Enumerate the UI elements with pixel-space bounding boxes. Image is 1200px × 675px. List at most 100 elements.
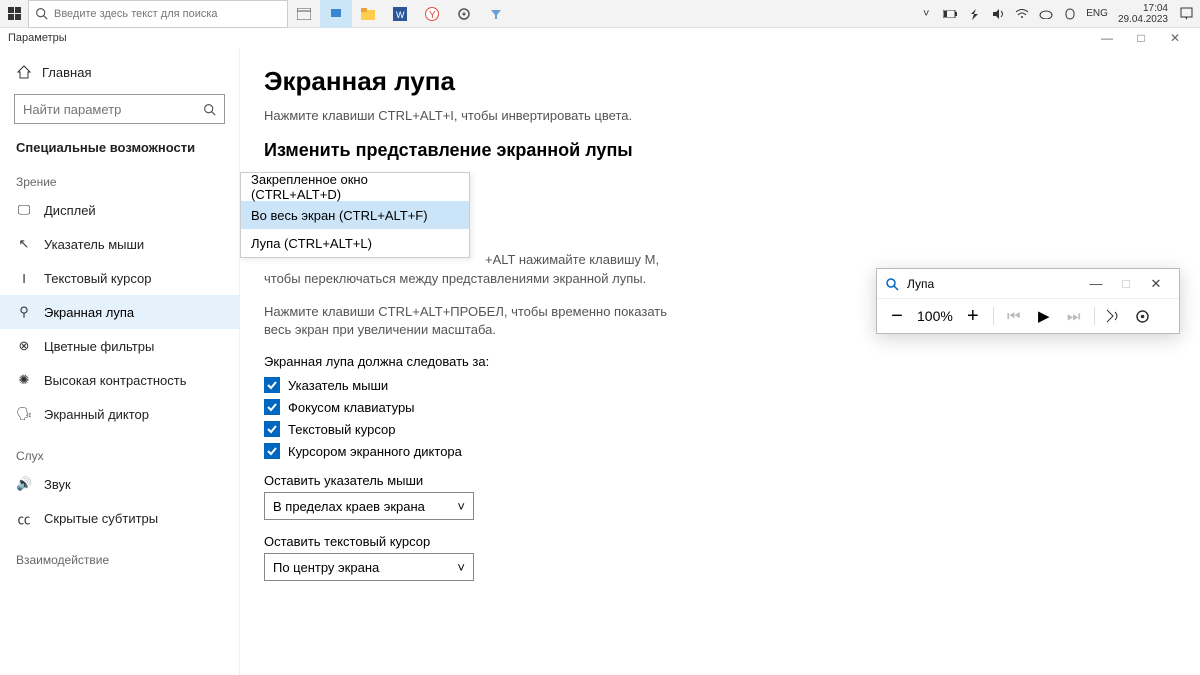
view-option-docked[interactable]: Закрепленное окно (CTRL+ALT+D) <box>241 173 469 201</box>
sidebar-home[interactable]: Главная <box>0 54 239 90</box>
mouse-icon[interactable] <box>1060 4 1080 24</box>
explorer-icon[interactable] <box>352 0 384 28</box>
sidebar-item-captions[interactable]: ㏄Скрытые субтитры <box>0 501 239 535</box>
magnifier-app-icon <box>885 277 901 291</box>
taskbar-clock[interactable]: 17:04 29.04.2023 <box>1114 3 1172 25</box>
combo-value: В пределах краев экрана <box>273 499 425 514</box>
keep-mouse-label: Оставить указатель мыши <box>264 473 1176 488</box>
follow-keyboard-checkbox[interactable]: Фокусом клавиатуры <box>264 399 1176 415</box>
chevron-down-icon: ˅ <box>457 560 465 575</box>
magnifier-maximize-button[interactable]: □ <box>1111 276 1141 292</box>
zoom-out-button[interactable]: − <box>887 305 907 328</box>
section-view-heading: Изменить представление экранной лупы <box>264 140 1176 161</box>
search-icon <box>203 103 216 116</box>
settings-button[interactable] <box>1135 309 1155 324</box>
magnifier-tool-window[interactable]: Лупа — □ ✕ − 100% + ⏮ ▶ ⏭ <box>876 268 1180 334</box>
yandex-icon[interactable]: Y <box>416 0 448 28</box>
separator <box>993 307 994 325</box>
sidebar-search-input[interactable] <box>23 102 203 117</box>
wifi-icon[interactable] <box>1012 4 1032 24</box>
combo-value: По центру экрана <box>273 560 379 575</box>
sidebar-group-hearing: Слух <box>0 431 239 467</box>
sidebar-item-magnifier[interactable]: ⚲ Экранная лупа <box>0 295 239 329</box>
prev-button[interactable]: ⏮ <box>1004 308 1024 325</box>
taskbar-app-icons: W Y <box>288 0 512 28</box>
minimize-button[interactable]: — <box>1090 31 1124 45</box>
keep-cursor-combo[interactable]: По центру экрана ˅ <box>264 553 474 581</box>
checkbox-checked-icon <box>264 399 280 415</box>
display-icon: 🖵 <box>16 202 32 218</box>
sidebar-group-vision: Зрение <box>0 157 239 193</box>
sidebar-item-narrator[interactable]: 🗣Экранный диктор <box>0 397 239 431</box>
checkbox-checked-icon <box>264 421 280 437</box>
clock-time: 17:04 <box>1143 3 1168 14</box>
sidebar-item-sound[interactable]: 🔊 Звук <box>0 467 239 501</box>
notifications-icon[interactable] <box>1176 4 1196 24</box>
start-button[interactable] <box>0 0 28 28</box>
keep-mouse-combo[interactable]: В пределах краев экрана ˅ <box>264 492 474 520</box>
clock-date: 29.04.2023 <box>1118 14 1168 25</box>
invert-hint: Нажмите клавиши CTRL+ALT+I, чтобы инверт… <box>264 107 684 126</box>
home-icon <box>16 65 32 79</box>
plug-icon[interactable] <box>964 4 984 24</box>
sidebar-item-label: Экранная лупа <box>44 305 134 320</box>
chevron-down-icon: ˅ <box>457 499 465 514</box>
word-icon[interactable]: W <box>384 0 416 28</box>
volume-icon[interactable] <box>988 4 1008 24</box>
follow-mouse-checkbox[interactable]: Указатель мыши <box>264 377 1176 393</box>
magnifier-title-text: Лупа <box>907 277 934 291</box>
sound-icon: 🔊 <box>16 476 32 492</box>
close-button[interactable]: ✕ <box>1158 31 1192 45</box>
colorfilter-icon: ⊗ <box>16 338 32 354</box>
read-aloud-button[interactable] <box>1105 308 1125 324</box>
page-title: Экранная лупа <box>264 66 1176 97</box>
magnifier-toolbar: − 100% + ⏮ ▶ ⏭ <box>877 299 1179 333</box>
sidebar-item-colorfilters[interactable]: ⊗ Цветные фильтры <box>0 329 239 363</box>
sidebar-item-label: Звук <box>44 477 71 492</box>
sidebar-item-label: Цветные фильтры <box>44 339 154 354</box>
checkbox-checked-icon <box>264 443 280 459</box>
view-option-fullscreen[interactable]: Во весь экран (CTRL+ALT+F) <box>241 201 469 229</box>
checkbox-label: Указатель мыши <box>288 378 388 393</box>
next-button[interactable]: ⏭ <box>1064 308 1084 325</box>
app-titlebar: Параметры — □ ✕ <box>0 28 1200 48</box>
sidebar-search[interactable] <box>14 94 225 124</box>
sidebar-item-label: Скрытые субтитры <box>44 511 158 526</box>
view-dropdown-list[interactable]: Закрепленное окно (CTRL+ALT+D) Во весь э… <box>240 172 470 258</box>
play-button[interactable]: ▶ <box>1034 307 1054 325</box>
magnifier-titlebar[interactable]: Лупа — □ ✕ <box>877 269 1179 299</box>
magnifier-close-button[interactable]: ✕ <box>1141 276 1171 292</box>
sidebar-item-display[interactable]: 🖵 Дисплей <box>0 193 239 227</box>
follow-textcursor-checkbox[interactable]: Текстовый курсор <box>264 421 1176 437</box>
taskbar-search[interactable] <box>28 0 288 28</box>
sidebar-item-highcontrast[interactable]: ✺Высокая контрастность <box>0 363 239 397</box>
onedrive-icon[interactable] <box>1036 4 1056 24</box>
sidebar-item-label: Дисплей <box>44 203 96 218</box>
magnifier-minimize-button[interactable]: — <box>1081 276 1111 292</box>
filter-icon[interactable] <box>480 0 512 28</box>
sidebar-item-label: Указатель мыши <box>44 237 144 252</box>
sidebar-item-pointer[interactable]: ↖Указатель мыши <box>0 227 239 261</box>
checkbox-label: Курсором экранного диктора <box>288 444 462 459</box>
checkbox-checked-icon <box>264 377 280 393</box>
follow-narrator-checkbox[interactable]: Курсором экранного диктора <box>264 443 1176 459</box>
sidebar-item-label: Текстовый курсор <box>44 271 151 286</box>
narrator-icon: 🗣 <box>16 406 32 422</box>
lang-indicator[interactable]: ENG <box>1084 4 1110 24</box>
zoom-level: 100% <box>917 308 953 324</box>
checkbox-label: Текстовый курсор <box>288 422 395 437</box>
maximize-button[interactable]: □ <box>1124 31 1158 45</box>
magnifier-icon: ⚲ <box>16 304 32 320</box>
chevron-up-icon[interactable]: ˅ <box>916 4 936 24</box>
sidebar-category: Специальные возможности <box>0 132 239 157</box>
view-option-lens[interactable]: Лупа (CTRL+ALT+L) <box>241 229 469 257</box>
zoom-in-button[interactable]: + <box>963 305 983 328</box>
task-view-icon[interactable] <box>288 0 320 28</box>
battery-icon[interactable] <box>940 4 960 24</box>
settings-taskbar-icon[interactable] <box>448 0 480 28</box>
taskbar: W Y ˅ ENG 17:04 29.04.2023 <box>0 0 1200 28</box>
contrast-icon: ✺ <box>16 372 32 388</box>
magnifier-taskbar-icon[interactable] <box>320 0 352 28</box>
sidebar-item-textcursor[interactable]: IТекстовый курсор <box>0 261 239 295</box>
taskbar-search-input[interactable] <box>54 8 281 20</box>
